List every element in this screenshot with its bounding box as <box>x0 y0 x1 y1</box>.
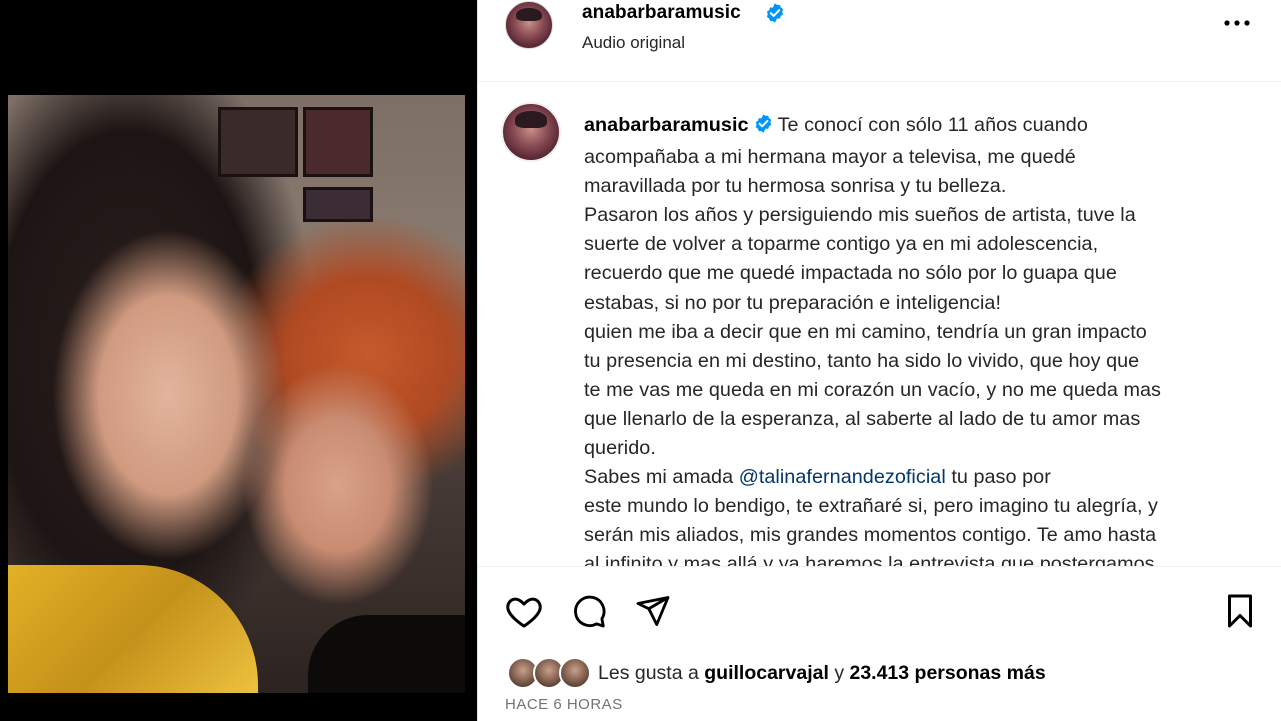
bookmark-icon[interactable] <box>1220 591 1260 631</box>
author-username[interactable]: anabarbaramusic <box>582 2 741 24</box>
caption-line: serán mis aliados, mis grandes momentos … <box>584 524 1157 547</box>
caption-username[interactable]: anabarbaramusic <box>584 114 749 136</box>
liker-username[interactable]: guillocarvajal <box>704 662 829 684</box>
caption-line: estabas, si no por tu preparación e inte… <box>584 291 1002 314</box>
caption-text-line: Sabes mi amada <box>584 466 734 489</box>
caption-line: anabarbaramusic Te conocí con sólo 11 año… <box>584 111 1244 143</box>
caption-author-avatar[interactable] <box>501 102 561 162</box>
post-photo[interactable] <box>8 95 465 693</box>
caption-section: anabarbaramusic Te conocí con sólo 11 año… <box>478 83 1281 566</box>
caption-line: suerte de volver a toparme contigo ya en… <box>584 233 1099 256</box>
post-side-panel: anabarbaramusic Audio original anabarbar… <box>477 0 1281 721</box>
wall-frame <box>303 107 373 177</box>
liker-avatars[interactable] <box>507 657 591 689</box>
action-bar <box>478 566 1281 650</box>
post-header: anabarbaramusic Audio original <box>478 0 1281 82</box>
caption-line: maravillada por tu hermosa sonrisa y tu … <box>584 175 1007 198</box>
send-icon[interactable] <box>633 591 673 631</box>
caption-line: te me vas me queda en mi corazón un vací… <box>584 378 1161 401</box>
wall-frame <box>218 107 298 177</box>
gold-dress <box>8 565 258 693</box>
likes-row: Les gusta a guillocarvajal y 23.413 pers… <box>478 650 1281 690</box>
heart-icon[interactable] <box>504 591 544 631</box>
black-dress <box>308 615 465 693</box>
media-area <box>0 0 477 721</box>
comment-icon[interactable] <box>569 591 609 631</box>
likes-prefix: Les gusta a <box>598 662 699 684</box>
likes-count[interactable]: 23.413 personas más <box>849 662 1045 684</box>
avatar <box>559 657 591 689</box>
likes-summary: Les gusta a guillocarvajal y 23.413 pers… <box>598 662 1046 685</box>
caption-line: quien me iba a decir que en mi camino, t… <box>584 320 1147 343</box>
caption-line: que llenarlo de la esperanza, al saberte… <box>584 407 1141 430</box>
caption-line: Sabes mi amada @talinafernandezoficial t… <box>584 463 1244 492</box>
caption-line: recuerdo que me quedé impactada no sólo … <box>584 262 1117 285</box>
audio-label[interactable]: Audio original <box>582 33 685 53</box>
likes-joiner: y <box>834 662 845 684</box>
post-timestamp[interactable]: HACE 6 HORAS <box>505 696 623 713</box>
more-options-icon[interactable] <box>1220 6 1254 40</box>
post-caption: anabarbaramusic Te conocí con sólo 11 año… <box>584 111 1244 566</box>
mention-link[interactable]: @talinafernandezoficial <box>739 466 946 488</box>
caption-line: al infinito y mas allá y ya haremos la e… <box>584 553 1155 566</box>
caption-line: acompañaba a mi hermana mayor a televisa… <box>584 146 1076 169</box>
caption-line: Pasaron los años y persiguiendo mis sueñ… <box>584 204 1136 227</box>
wall-frame <box>303 187 373 222</box>
verified-badge-icon <box>753 113 774 143</box>
caption-line: querido. <box>584 437 656 460</box>
caption-line: este mundo lo bendigo, te extrañaré si, … <box>584 495 1158 518</box>
author-avatar[interactable] <box>505 1 553 49</box>
verified-badge-icon <box>764 2 786 29</box>
caption-text-line: Te conocí con sólo 11 años cuando <box>777 114 1088 136</box>
caption-text-line: tu paso por <box>951 466 1051 489</box>
caption-line: tu presencia en mi destino, tanto ha sid… <box>584 349 1140 372</box>
